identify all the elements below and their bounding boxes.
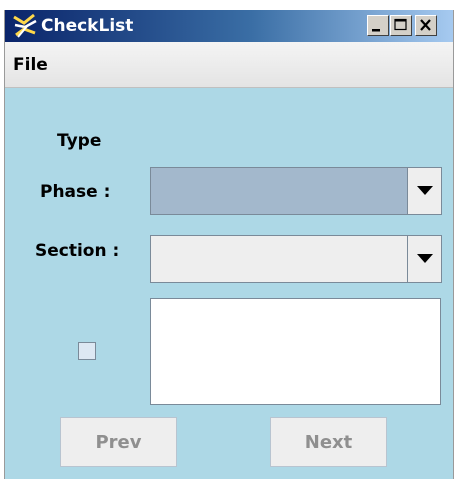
- prev-button[interactable]: Prev: [60, 417, 177, 467]
- section-dropdown[interactable]: [150, 235, 442, 283]
- item-text-area[interactable]: [150, 298, 441, 405]
- checklist-window: CheckList File Type Phase : Section : Pr…: [4, 10, 454, 479]
- checklist-app-icon[interactable]: [12, 13, 38, 39]
- close-button[interactable]: [415, 15, 437, 36]
- type-label: Type: [57, 131, 102, 151]
- phase-label: Phase :: [40, 182, 111, 202]
- maximize-button[interactable]: [390, 15, 412, 36]
- phase-dropdown-button[interactable]: [407, 168, 441, 214]
- next-button[interactable]: Next: [270, 417, 387, 467]
- section-dropdown-button[interactable]: [407, 236, 441, 282]
- close-icon: [420, 19, 431, 31]
- minimize-button[interactable]: [367, 15, 389, 36]
- window-title: CheckList: [41, 16, 134, 36]
- item-checkbox[interactable]: [78, 342, 96, 360]
- maximize-icon: [394, 18, 407, 31]
- phase-dropdown[interactable]: [150, 167, 442, 215]
- title-bar[interactable]: CheckList: [5, 10, 453, 42]
- menu-bar: File: [5, 42, 453, 88]
- menu-file[interactable]: File: [13, 54, 48, 76]
- chevron-down-icon: [417, 254, 433, 263]
- chevron-down-icon: [417, 186, 433, 195]
- section-label: Section :: [35, 241, 120, 261]
- minimize-icon: [372, 29, 380, 32]
